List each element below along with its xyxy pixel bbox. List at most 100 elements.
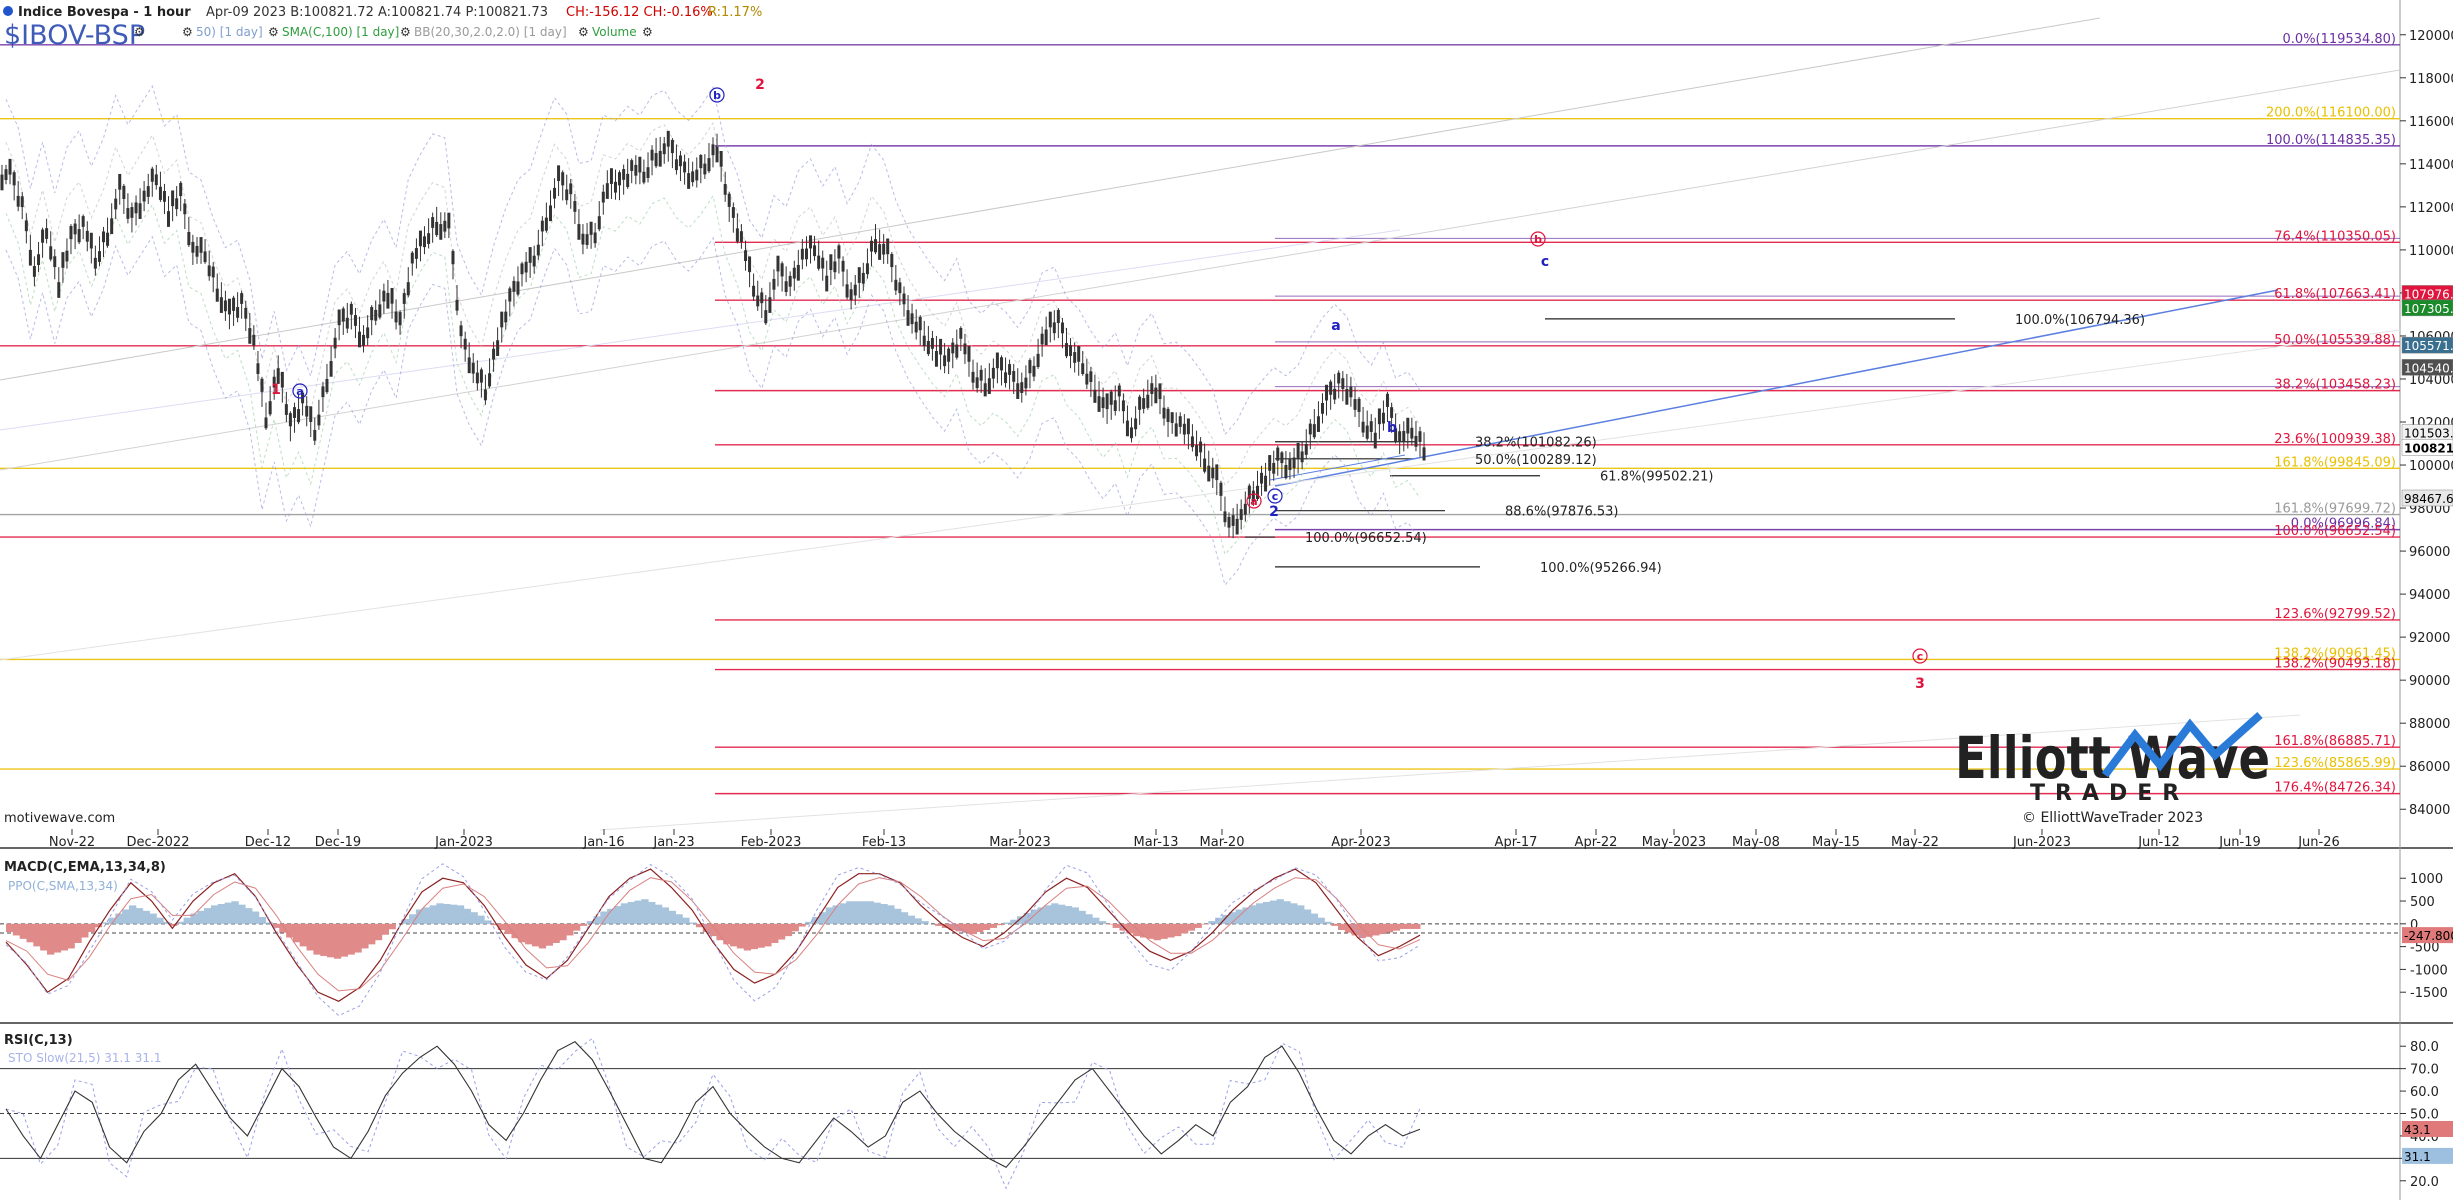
settings-icon[interactable]: ⚙ xyxy=(268,25,279,39)
candle-body xyxy=(1398,431,1402,443)
candle-body xyxy=(69,226,73,240)
candle-body xyxy=(1373,432,1377,449)
macd-histogram-bar xyxy=(210,905,219,924)
candle-body xyxy=(1182,423,1186,435)
candle-body xyxy=(337,309,341,326)
fib-level-label: 161.8%(86885.71) xyxy=(2274,734,2396,749)
candle-body xyxy=(926,340,930,355)
macd-histogram-bar xyxy=(996,923,1004,926)
candle-body xyxy=(971,371,975,383)
settings-icon[interactable]: ⚙ xyxy=(400,25,411,39)
candle-body xyxy=(601,191,605,203)
candle-body xyxy=(418,230,422,247)
candle-body xyxy=(638,156,642,173)
candle-body xyxy=(800,248,804,260)
settings-icon[interactable]: ⚙ xyxy=(134,25,145,39)
macd-histogram-bar xyxy=(689,922,697,924)
candle-body xyxy=(1422,447,1426,461)
macd-histogram-bar xyxy=(873,902,881,924)
candle-body xyxy=(776,255,780,272)
macd-histogram-bar xyxy=(784,923,793,937)
candle-body xyxy=(1032,365,1036,377)
candle-body xyxy=(906,310,910,326)
macd-histogram-bar xyxy=(1385,923,1394,933)
price-tick-label: 90000 xyxy=(2409,674,2450,689)
candle-body xyxy=(362,334,366,346)
price-badge-label: 104540.29 xyxy=(2404,361,2453,375)
price-tick-label: 118000 xyxy=(2409,72,2453,87)
candle-body xyxy=(57,282,61,298)
macd-histogram-bar xyxy=(19,923,27,939)
ppo-line xyxy=(5,863,1421,1017)
macd-histogram-bar xyxy=(87,923,96,933)
candle-body xyxy=(1186,418,1190,435)
price-tick-label: 120000 xyxy=(2409,29,2453,44)
candle-body xyxy=(1056,309,1060,324)
logo-trader: TRADER xyxy=(2030,781,2189,806)
macd-histogram-bar xyxy=(1078,910,1086,924)
candle-body xyxy=(118,173,122,190)
candle-body xyxy=(110,218,114,235)
macd-tick-label: 1000 xyxy=(2410,872,2443,887)
ppo-subtitle: PPO(C,SMA,13,34) xyxy=(8,879,118,893)
candle-body xyxy=(947,348,951,362)
wave-label: 2 xyxy=(755,77,765,93)
macd-histogram-bar xyxy=(900,912,909,924)
macd-histogram-bar xyxy=(26,923,34,943)
macd-histogram-bar xyxy=(1413,923,1421,929)
candle-body xyxy=(886,238,890,255)
candle-body xyxy=(150,168,154,182)
macd-histogram-bar xyxy=(306,923,314,951)
candle-body xyxy=(1174,423,1178,437)
wave-label: b xyxy=(713,89,721,102)
rsi-tick-label: 20.0 xyxy=(2410,1175,2439,1190)
macd-histogram-bar xyxy=(880,903,888,924)
settings-icon[interactable]: ⚙ xyxy=(182,25,193,39)
candle-body xyxy=(1190,436,1194,448)
macd-histogram-bar xyxy=(135,908,144,924)
candle-body xyxy=(825,275,829,292)
logo-copyright: © ElliottWaveTrader 2023 xyxy=(2022,810,2203,826)
macd-value-label: -247.800 xyxy=(2404,929,2453,943)
candle-body xyxy=(768,297,772,313)
candle-body xyxy=(435,221,439,236)
macd-histogram-bar xyxy=(299,923,308,947)
candle-body xyxy=(1044,329,1048,346)
price-tick-label: 92000 xyxy=(2409,631,2450,646)
candle-body xyxy=(719,151,723,167)
price-badge-label: 107305.60 xyxy=(2404,302,2453,316)
macd-histogram-bar xyxy=(866,901,875,924)
macd-histogram-bar xyxy=(982,923,991,930)
candle-body xyxy=(569,183,573,195)
candle-body xyxy=(175,198,179,210)
settings-icon[interactable]: ⚙ xyxy=(578,25,589,39)
candle-body xyxy=(20,196,24,208)
candle-body xyxy=(1060,322,1064,334)
candle-body xyxy=(609,168,613,184)
candle-body xyxy=(219,297,223,313)
settings-icon[interactable]: ⚙ xyxy=(642,25,653,39)
candle-body xyxy=(81,216,85,227)
candle-body xyxy=(366,327,370,339)
time-tick-label: Apr-17 xyxy=(1495,835,1538,850)
price-tick-label: 94000 xyxy=(2409,588,2450,603)
macd-histogram-bar xyxy=(531,923,540,947)
candle-body xyxy=(130,207,134,218)
macd-histogram-bar xyxy=(258,916,267,924)
candle-body xyxy=(77,229,81,243)
fib-level-label: 61.8%(107663.41) xyxy=(2274,287,2396,302)
macd-histogram-bar xyxy=(224,902,232,924)
candle-body xyxy=(1012,371,1016,382)
macd-histogram-bar xyxy=(579,923,588,926)
macd-histogram-bar xyxy=(204,908,212,924)
macd-histogram-bar xyxy=(333,923,342,959)
macd-histogram-bar xyxy=(825,907,834,924)
macd-tick-label: 500 xyxy=(2410,895,2435,910)
candle-body xyxy=(102,231,106,243)
candle-body xyxy=(329,361,333,377)
macd-histogram-bar xyxy=(559,923,567,941)
macd-histogram-bar xyxy=(128,905,137,924)
price-tick-label: 100000 xyxy=(2409,459,2453,474)
macd-histogram-bar xyxy=(313,923,321,955)
time-tick-label: Jun-19 xyxy=(2218,835,2261,850)
